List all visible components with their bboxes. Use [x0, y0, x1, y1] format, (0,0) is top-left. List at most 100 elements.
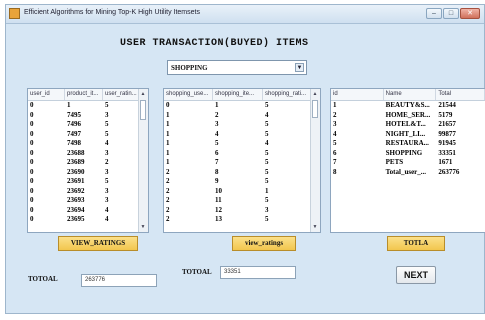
table-cell: RESTAURA... — [385, 139, 429, 147]
column-header[interactable]: id — [331, 89, 384, 100]
table-row[interactable]: 1 2 4 — [164, 111, 320, 121]
table-cell: 5 — [265, 167, 269, 176]
shopping-table[interactable]: shopping_use... shopping_ite... shopping… — [163, 88, 321, 233]
table-row[interactable]: 1 BEAUTY&S... 21544 — [331, 101, 485, 111]
table-row[interactable]: 2 13 5 — [164, 215, 320, 225]
table-cell: 21657 — [438, 120, 456, 128]
table-row[interactable]: 2 10 1 — [164, 187, 320, 197]
table-row[interactable]: 0 7497 5 — [28, 130, 148, 140]
next-button[interactable]: NEXT — [396, 266, 436, 284]
table-row[interactable]: 1 3 5 — [164, 120, 320, 130]
chevron-down-icon[interactable]: ▼ — [295, 63, 304, 72]
table-cell: 5 — [105, 129, 109, 138]
table-row[interactable]: 0 7498 4 — [28, 139, 148, 149]
table-row[interactable]: 0 23688 3 — [28, 149, 148, 159]
column-header[interactable]: product_it... — [65, 89, 103, 100]
table-row[interactable]: 0 23695 4 — [28, 215, 148, 225]
ratings-table[interactable]: user_id product_it... user_ratin... 0150… — [27, 88, 149, 233]
table-row[interactable]: 1 5 4 — [164, 139, 320, 149]
table-cell: 1 — [215, 101, 219, 109]
table-row[interactable]: 0 23689 2 — [28, 158, 148, 168]
table-row[interactable]: 2 HOME_SER... 5179 — [331, 111, 485, 121]
table-row[interactable]: 2 11 5 — [164, 196, 320, 206]
totals-table[interactable]: id Name Total 1 BEAUTY&S... 21544 2 HOME_SER… — [330, 88, 485, 233]
category-dropdown[interactable]: SHOPPING ▼ — [167, 60, 307, 75]
table-cell: Total_user_... — [385, 167, 427, 176]
table-cell: 23695 — [67, 215, 85, 223]
category-dropdown-value: SHOPPING — [171, 64, 208, 72]
table-row[interactable]: 0 23690 3 — [28, 168, 148, 178]
table-row[interactable]: 1 4 5 — [164, 130, 320, 140]
ratings-table-body: 0 1 5 0 7495 3 0 7496 5 0 7497 5 0 7498 4 0 23688 3 0 23689… — [28, 101, 148, 225]
column-header[interactable]: shopping_rati... — [263, 89, 313, 100]
table-cell: 12 — [215, 205, 222, 214]
scroll-up-icon[interactable]: ▲ — [311, 90, 319, 98]
column-header[interactable]: Name — [384, 89, 437, 100]
total-field[interactable]: 263776 — [81, 274, 157, 287]
table-cell: HOTEL&T... — [385, 120, 426, 128]
total-field[interactable]: 33351 — [220, 266, 296, 279]
scroll-down-icon[interactable]: ▼ — [139, 223, 147, 231]
table-cell: 91945 — [438, 139, 456, 147]
table-row[interactable]: 2 8 5 — [164, 168, 320, 178]
table-cell: 4 — [105, 205, 109, 214]
maximize-button[interactable]: □ — [443, 8, 459, 19]
table-row[interactable]: 0 1 5 — [164, 101, 320, 111]
table-cell: 21544 — [438, 101, 456, 109]
table-cell: 7 — [333, 158, 337, 166]
column-header[interactable]: user_id — [28, 89, 65, 100]
close-button[interactable]: ✕ — [460, 8, 480, 19]
totla-button[interactable]: TOTLA — [387, 236, 445, 251]
table-cell: 0 — [30, 158, 34, 166]
table-row[interactable]: 8 Total_user_... 263776 — [331, 168, 485, 178]
table-row[interactable]: 1 6 5 — [164, 149, 320, 159]
shopping-table-scrollbar[interactable]: ▲ ▼ — [310, 89, 320, 232]
minimize-button[interactable]: – — [426, 8, 442, 19]
table-cell: 2 — [166, 196, 170, 204]
column-header[interactable]: user_ratin... — [103, 89, 141, 100]
table-cell: 1 — [333, 101, 337, 109]
table-row[interactable]: 0 23693 3 — [28, 196, 148, 206]
table-cell: 23689 — [67, 158, 85, 166]
table-row[interactable]: 0 23694 4 — [28, 206, 148, 216]
ratings-table-scrollbar[interactable]: ▲ ▼ — [138, 89, 148, 232]
table-cell: 5 — [265, 215, 269, 223]
table-cell: 2 — [166, 215, 170, 223]
table-row[interactable]: 6 SHOPPING 33351 — [331, 149, 485, 159]
table-cell: 23691 — [67, 177, 85, 185]
column-header[interactable]: shopping_ite... — [213, 89, 263, 100]
scroll-up-icon[interactable]: ▲ — [139, 90, 147, 98]
table-cell: 7 — [215, 158, 219, 166]
table-row[interactable]: 0 23691 5 — [28, 177, 148, 187]
table-row[interactable]: 2 9 5 — [164, 177, 320, 187]
table-cell: PETS — [385, 158, 404, 166]
table-row[interactable]: 7 PETS 1671 — [331, 158, 485, 168]
scroll-thumb[interactable] — [312, 100, 318, 118]
table-cell: 2 — [215, 110, 219, 119]
table-cell: 0 — [30, 139, 34, 147]
view-ratings-button[interactable]: VIEW_RATINGS — [58, 236, 138, 251]
column-header[interactable]: Total — [436, 89, 485, 100]
table-cell: 5 — [265, 129, 269, 138]
table-cell: 3 — [105, 167, 109, 176]
view-ratings-shopping-button[interactable]: view_ratings — [232, 236, 296, 251]
table-row[interactable]: 4 NIGHT_LI... 99877 — [331, 130, 485, 140]
scroll-down-icon[interactable]: ▼ — [311, 223, 319, 231]
table-row[interactable]: 5 RESTAURA... 91945 — [331, 139, 485, 149]
table-cell: 1 — [67, 101, 71, 109]
table-row[interactable]: 0 7495 3 — [28, 111, 148, 121]
table-row[interactable]: 2 12 3 — [164, 206, 320, 216]
table-row[interactable]: 3 HOTEL&T... 21657 — [331, 120, 485, 130]
table-row[interactable]: 1 7 5 — [164, 158, 320, 168]
column-header[interactable]: shopping_use... — [164, 89, 213, 100]
scroll-thumb[interactable] — [140, 100, 146, 120]
table-row[interactable]: 0 7496 5 — [28, 120, 148, 130]
table-cell: 0 — [30, 101, 34, 109]
table-row[interactable]: 0 23692 3 — [28, 187, 148, 197]
shopping-table-header: shopping_use... shopping_ite... shopping… — [164, 89, 320, 101]
table-row[interactable]: 0 1 5 — [28, 101, 148, 111]
table-cell: 5 — [265, 101, 269, 109]
table-cell: 5 — [105, 177, 109, 185]
table-cell: 1 — [166, 120, 170, 128]
table-cell: 3 — [105, 186, 109, 195]
